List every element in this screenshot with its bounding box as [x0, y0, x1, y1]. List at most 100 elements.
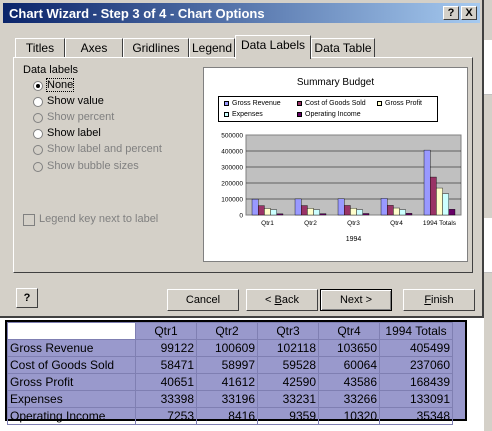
header-cell[interactable]: Qtr3: [257, 322, 319, 340]
table-row: Expenses 33398 33196 33231 33266 133091: [7, 390, 453, 408]
header-cell[interactable]: Qtr1: [135, 322, 197, 340]
row-label[interactable]: Cost of Goods Sold: [7, 356, 136, 374]
table-cell[interactable]: 9359: [257, 407, 319, 425]
data-table: Qtr1 Qtr2 Qtr3 Qtr4 1994 Totals Gross Re…: [7, 322, 453, 425]
table-cell[interactable]: 103650: [318, 339, 380, 357]
table-cell[interactable]: 40651: [135, 373, 197, 391]
table-cell[interactable]: 33398: [135, 390, 197, 408]
bar: [294, 198, 302, 216]
radio-button[interactable]: [33, 81, 43, 91]
bar: [264, 208, 271, 216]
help-icon-button[interactable]: ?: [16, 288, 38, 308]
bar: [405, 213, 413, 216]
table-cell[interactable]: 33231: [257, 390, 319, 408]
background-cell: [484, 40, 492, 59]
window-title: Chart Wizard - Step 3 of 4 - Chart Optio…: [9, 6, 265, 21]
corner-cell[interactable]: [7, 322, 136, 340]
help-title-button[interactable]: ?: [443, 6, 459, 20]
table-cell[interactable]: 7253: [135, 407, 197, 425]
bar: [387, 205, 394, 216]
table-cell[interactable]: 237060: [379, 356, 453, 374]
bar: [258, 205, 265, 216]
radio-button[interactable]: [33, 97, 43, 107]
bar: [270, 209, 277, 216]
title-bar: Chart Wizard - Step 3 of 4 - Chart Optio…: [3, 3, 480, 23]
tab-axes[interactable]: Axes: [65, 38, 123, 58]
data-labels-group-label: Data labels: [23, 64, 79, 76]
table-cell[interactable]: 59528: [257, 356, 319, 374]
bar: [436, 187, 443, 216]
tab-gridlines[interactable]: Gridlines: [123, 38, 189, 58]
background-cell: [484, 236, 492, 255]
radio-button: [33, 113, 43, 123]
radio-button[interactable]: [33, 129, 43, 139]
bar: [350, 207, 357, 216]
legend-key-label: Legend key next to label: [39, 213, 159, 225]
tab-legend[interactable]: Legend: [189, 38, 235, 58]
bar: [380, 198, 388, 216]
table-cell[interactable]: 58997: [196, 356, 258, 374]
worksheet-data-range[interactable]: Qtr1 Qtr2 Qtr3 Qtr4 1994 Totals Gross Re…: [5, 320, 467, 425]
table-cell[interactable]: 35348: [379, 407, 453, 425]
x-tick-label: 1994 Totals: [423, 220, 457, 227]
y-tick-label: 300000: [221, 165, 243, 172]
row-label[interactable]: Gross Revenue: [7, 339, 136, 357]
table-cell[interactable]: 33196: [196, 390, 258, 408]
table-cell[interactable]: 33266: [318, 390, 380, 408]
tab-titles[interactable]: Titles: [15, 38, 65, 58]
bar: [276, 213, 284, 216]
bar: [399, 209, 406, 216]
table-cell[interactable]: 58471: [135, 356, 197, 374]
table-cell[interactable]: 41612: [196, 373, 258, 391]
background-cell: [484, 58, 492, 77]
bar: [344, 205, 351, 216]
background-cell: [484, 218, 492, 237]
table-cell[interactable]: 100609: [196, 339, 258, 357]
y-tick-label: 100000: [221, 197, 243, 204]
tab-data-table[interactable]: Data Table: [311, 38, 375, 58]
cancel-button[interactable]: Cancel: [167, 289, 239, 311]
header-row: Qtr1 Qtr2 Qtr3 Qtr4 1994 Totals: [7, 322, 453, 340]
bar: [430, 176, 437, 216]
row-label[interactable]: Operating Income: [7, 407, 136, 425]
chart-wizard-dialog: Chart Wizard - Step 3 of 4 - Chart Optio…: [0, 0, 484, 318]
close-button[interactable]: X: [461, 6, 477, 20]
table-cell[interactable]: 60064: [318, 356, 380, 374]
y-tick-label: 0: [239, 213, 243, 220]
radio-button: [33, 145, 43, 155]
table-cell[interactable]: 43586: [318, 373, 380, 391]
y-tick-label: 500000: [221, 133, 243, 140]
table-cell[interactable]: 8416: [196, 407, 258, 425]
chart-preview: Summary Budget Gross Revenue Cost of Goo…: [203, 67, 468, 262]
header-cell[interactable]: Qtr2: [196, 322, 258, 340]
bar: [251, 198, 259, 216]
table-cell[interactable]: 168439: [379, 373, 453, 391]
checkbox-box: [23, 214, 35, 226]
finish-button[interactable]: Finish: [403, 289, 475, 311]
radio-button: [33, 162, 43, 172]
radio-label: None: [45, 78, 75, 92]
table-cell[interactable]: 10320: [318, 407, 380, 425]
header-cell[interactable]: 1994 Totals: [379, 322, 453, 340]
table-row: Cost of Goods Sold 58471 58997 59528 600…: [7, 356, 453, 374]
table-cell[interactable]: 42590: [257, 373, 319, 391]
row-label[interactable]: Gross Profit: [7, 373, 136, 391]
table-cell[interactable]: 405499: [379, 339, 453, 357]
tab-data-labels[interactable]: Data Labels: [235, 35, 311, 59]
table-row: Gross Revenue 99122 100609 102118 103650…: [7, 339, 453, 357]
bar: [393, 207, 400, 216]
table-cell[interactable]: 102118: [257, 339, 319, 357]
table-cell[interactable]: 99122: [135, 339, 197, 357]
table-cell[interactable]: 133091: [379, 390, 453, 408]
background-cell: [484, 200, 492, 219]
next-button[interactable]: Next >: [320, 289, 392, 311]
radio-label: Show label and percent: [47, 143, 162, 155]
header-cell[interactable]: Qtr4: [318, 322, 380, 340]
x-axis-label: 1994: [346, 236, 362, 243]
back-button[interactable]: < Back: [246, 289, 318, 311]
background-cell: [484, 254, 492, 273]
bar: [313, 209, 320, 216]
x-tick-label: Qtr1: [261, 220, 274, 227]
bar: [362, 213, 370, 216]
row-label[interactable]: Expenses: [7, 390, 136, 408]
